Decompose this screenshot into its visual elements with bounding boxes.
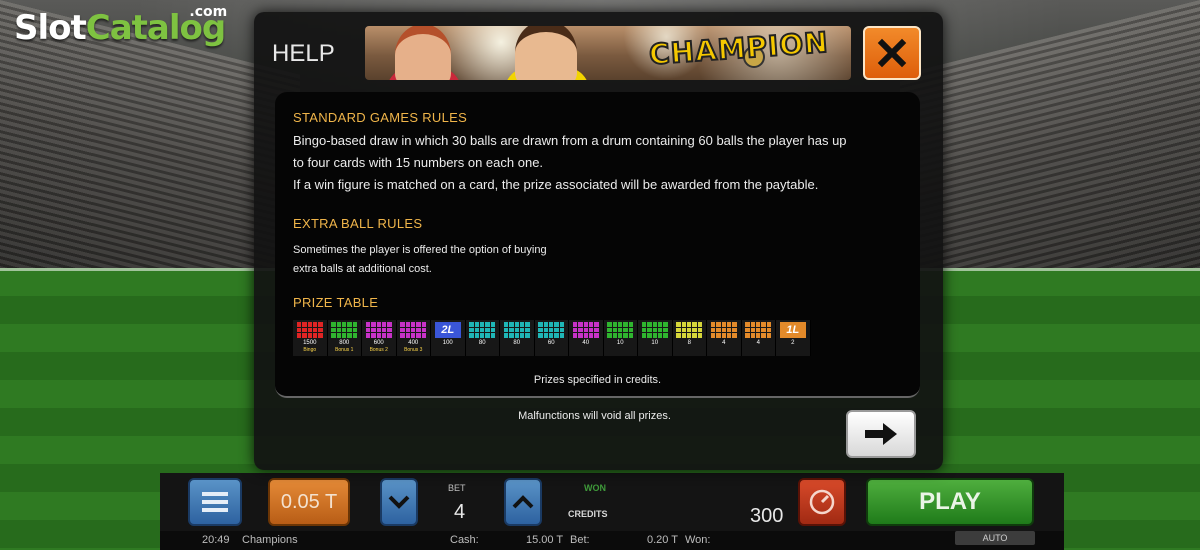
prize-pattern-icon xyxy=(365,322,392,338)
control-bar: 0.05 T BET 4 WON CREDITS 300 PLAY xyxy=(160,473,1064,531)
prize-cell: 2L 100 xyxy=(431,320,466,356)
prize-cell: 800 Bonus 1 xyxy=(327,320,362,356)
bet-decrease-button[interactable] xyxy=(380,478,418,526)
prize-value: 60 xyxy=(547,340,555,346)
extra-ball-line-1: Sometimes the player is offered the opti… xyxy=(293,244,547,256)
close-button[interactable] xyxy=(863,26,921,80)
prize-value: 80 xyxy=(513,340,521,346)
logo-slot-text: Slot xyxy=(14,8,87,48)
prize-cell: 40 xyxy=(569,320,604,356)
prize-label: Bonus 3 xyxy=(404,347,423,353)
prize-pattern-icon xyxy=(572,322,599,338)
prize-value: 600 xyxy=(373,340,384,346)
girl-player-figure xyxy=(395,26,451,80)
won-label: WON xyxy=(584,483,606,493)
prize-pattern-icon xyxy=(503,322,530,338)
prize-value: 8 xyxy=(687,340,691,346)
prize-pattern-icon xyxy=(538,322,565,338)
auto-play-button[interactable]: AUTO xyxy=(955,531,1035,545)
prize-pattern-icon xyxy=(710,322,737,338)
status-game-name: Champions xyxy=(242,534,298,546)
status-bar: 20:49 Champions Cash: 15.00 T Bet: 0.20 … xyxy=(160,531,1064,550)
prize-cell: 8 xyxy=(672,320,707,356)
prize-cell: 600 Bonus 2 xyxy=(362,320,397,356)
prize-cell: 60 xyxy=(534,320,569,356)
close-icon xyxy=(877,38,907,68)
prize-pattern-icon: 2L xyxy=(434,322,461,338)
extra-ball-line-2: extra balls at additional cost. xyxy=(293,263,432,275)
prize-cell: 10 xyxy=(603,320,638,356)
speed-button[interactable] xyxy=(798,478,846,526)
dialog-title: HELP xyxy=(272,40,335,67)
prize-value: 800 xyxy=(339,340,350,346)
prize-cell: 10 xyxy=(638,320,673,356)
prize-cell: 80 xyxy=(500,320,535,356)
standard-rules-line-2: to four cards with 15 numbers on each on… xyxy=(293,155,544,170)
prize-table-title: PRIZE TABLE xyxy=(293,295,379,310)
prize-value: 4 xyxy=(756,340,760,346)
malfunctions-note: Malfunctions will void all prizes. xyxy=(518,410,671,422)
prize-cell: 1500 Bingo xyxy=(293,320,328,356)
prize-value: 10 xyxy=(616,340,624,346)
status-time: 20:49 xyxy=(202,534,230,546)
prize-label: Bonus 2 xyxy=(369,347,388,353)
standard-rules-line-3: If a win figure is matched on a card, th… xyxy=(293,177,819,192)
play-button[interactable]: PLAY xyxy=(866,478,1034,526)
prize-pattern-icon xyxy=(607,322,634,338)
bet-value-button[interactable]: 0.05 T xyxy=(268,478,350,526)
prize-value: 10 xyxy=(651,340,659,346)
prize-pattern-icon xyxy=(296,322,323,338)
prize-label: Bonus 1 xyxy=(335,347,354,353)
status-won-label: Won: xyxy=(685,534,711,546)
bet-value: 4 xyxy=(454,501,466,523)
slotcatalog-logo: SlotCatalog .com xyxy=(14,4,227,48)
prize-value: 400 xyxy=(408,340,419,346)
help-content-panel: STANDARD GAMES RULES Bingo-based draw in… xyxy=(275,92,920,398)
hamburger-menu-icon xyxy=(202,492,228,512)
chevron-down-icon xyxy=(388,495,410,509)
boy-player-figure xyxy=(515,26,577,80)
menu-button[interactable] xyxy=(188,478,242,526)
champion-banner: CHAMPION xyxy=(365,26,851,80)
prize-pattern-icon xyxy=(400,322,427,338)
prizes-credits-note: Prizes specified in credits. xyxy=(533,374,662,386)
status-cash-label: Cash: xyxy=(450,534,479,546)
prize-value: 100 xyxy=(442,340,453,346)
prize-cell: 4 xyxy=(707,320,742,356)
prize-table: 1500 Bingo 800 Bonus 1 600 Bonus 2 400 Bonus 32… xyxy=(293,320,811,356)
prize-value: 40 xyxy=(582,340,590,346)
speedometer-icon xyxy=(809,489,835,515)
prize-pattern-icon xyxy=(676,322,703,338)
prize-pattern-icon xyxy=(745,322,772,338)
prize-value: 80 xyxy=(478,340,486,346)
prize-cell: 4 xyxy=(741,320,776,356)
logo-com-text: .com xyxy=(189,4,228,20)
standard-rules-title: STANDARD GAMES RULES xyxy=(293,110,468,125)
help-dialog: HELP CHAMPION STANDARD GAMES RULES Bingo… xyxy=(254,12,943,470)
prize-cell: 80 xyxy=(465,320,500,356)
prize-cell: 1L 2 xyxy=(776,320,811,356)
bet-increase-button[interactable] xyxy=(504,478,542,526)
status-cash-value: 15.00 T xyxy=(526,534,564,546)
extra-ball-rules-title: EXTRA BALL RULES xyxy=(293,216,423,231)
prize-value: 2 xyxy=(791,340,795,346)
arrow-right-icon xyxy=(865,423,897,445)
prize-pattern-icon xyxy=(641,322,668,338)
next-page-button[interactable] xyxy=(846,410,916,458)
prize-value: 4 xyxy=(722,340,726,346)
prize-pattern-icon xyxy=(469,322,496,338)
status-bet-label: Bet: xyxy=(570,534,590,546)
prize-value: 1500 xyxy=(303,340,317,346)
standard-rules-line-1: Bingo-based draw in which 30 balls are d… xyxy=(293,133,847,148)
status-bet-value: 0.20 T xyxy=(647,534,678,546)
prize-label: Bingo xyxy=(303,347,317,353)
credits-value: 300 xyxy=(750,505,784,527)
prize-cell: 400 Bonus 3 xyxy=(396,320,431,356)
prize-pattern-icon xyxy=(331,322,358,338)
prize-pattern-icon: 1L xyxy=(779,322,806,338)
credits-label: CREDITS xyxy=(568,509,608,519)
chevron-up-icon xyxy=(512,495,534,509)
bet-label: BET xyxy=(448,483,466,493)
